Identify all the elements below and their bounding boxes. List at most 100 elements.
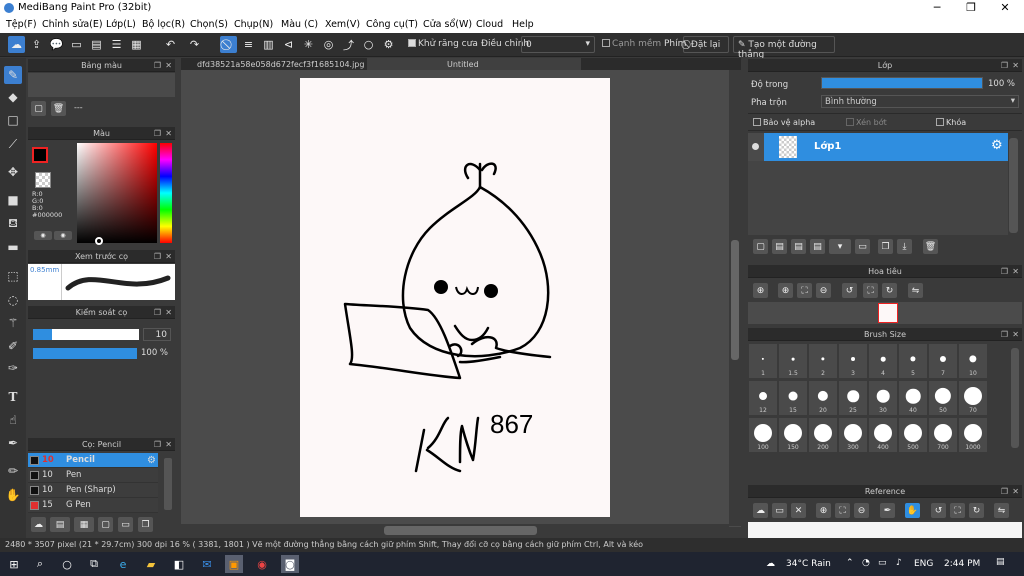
grid-snap-icon[interactable]: ▥ bbox=[260, 36, 277, 53]
brush-size-option[interactable]: 200 bbox=[809, 418, 837, 452]
brush-size-option[interactable]: 7 bbox=[929, 344, 957, 378]
open-folder-icon[interactable]: ▭ bbox=[772, 503, 787, 518]
navigator-preview[interactable] bbox=[748, 302, 1022, 324]
layer-row[interactable]: Lớp1 ⚙ bbox=[748, 133, 1008, 161]
cloud-icon[interactable]: ☁ bbox=[8, 36, 25, 53]
close-icon[interactable]: ✕ bbox=[1012, 328, 1019, 341]
brush-size-option[interactable]: 5 bbox=[899, 344, 927, 378]
menu-snap[interactable]: Chụp(N) bbox=[234, 19, 273, 30]
brush-size-option[interactable]: 100 bbox=[749, 418, 777, 452]
mail-icon[interactable]: ✉ bbox=[198, 555, 216, 573]
menu-layer[interactable]: Lớp(L) bbox=[106, 19, 136, 30]
battery-icon[interactable]: ▭ bbox=[878, 558, 887, 568]
undock-icon[interactable]: ❐ bbox=[154, 59, 161, 72]
parallel-snap-icon[interactable]: ≡ bbox=[240, 36, 257, 53]
brush-size-option[interactable]: 40 bbox=[899, 381, 927, 415]
text-tool-icon[interactable]: T bbox=[4, 388, 22, 406]
brush-size-option[interactable]: 700 bbox=[929, 418, 957, 452]
brush-size-option[interactable]: 50 bbox=[929, 381, 957, 415]
antialias-checkbox[interactable]: Khử răng cưa bbox=[408, 39, 478, 49]
hue-slider[interactable] bbox=[160, 143, 172, 243]
vanish-snap-icon[interactable]: ⊲ bbox=[280, 36, 297, 53]
layer-opacity-slider[interactable] bbox=[821, 77, 983, 89]
menu-file[interactable]: Tệp(F) bbox=[6, 19, 37, 30]
flip-icon[interactable]: ⇋ bbox=[908, 283, 923, 298]
brush-size-option[interactable]: 300 bbox=[839, 418, 867, 452]
new-layer-icon[interactable]: ▢ bbox=[753, 239, 768, 254]
brush-size-option[interactable]: 1 bbox=[749, 344, 777, 378]
undock-icon[interactable]: ❐ bbox=[154, 438, 161, 451]
menu-color[interactable]: Màu (C) bbox=[281, 19, 318, 30]
grid-icon[interactable]: ▦ bbox=[128, 36, 145, 53]
dropper-icon[interactable]: ✒ bbox=[880, 503, 895, 518]
merge-down-icon[interactable]: ⤓ bbox=[897, 239, 912, 254]
brush-size-option[interactable]: 1000 bbox=[959, 418, 987, 452]
bucket-tool-icon[interactable]: ⛾ bbox=[4, 215, 22, 233]
weather-text[interactable]: 34°C Rain bbox=[786, 559, 831, 569]
folder-icon[interactable]: ▭ bbox=[855, 239, 870, 254]
fit-window-icon[interactable]: ⛶ bbox=[950, 503, 965, 518]
cloud-icon[interactable]: ☁ bbox=[753, 503, 768, 518]
straight-line-button[interactable]: ✎ Tạo một đường thẳng bbox=[733, 36, 835, 60]
notification-icon[interactable]: ▤ bbox=[996, 557, 1005, 567]
add-brush-icon[interactable]: ▤ bbox=[50, 517, 70, 532]
adjust-select[interactable]: 0 ▾ bbox=[521, 36, 595, 53]
menu-filter[interactable]: Bộ lọc(R) bbox=[142, 19, 185, 30]
volume-icon[interactable]: ♪ bbox=[896, 558, 902, 568]
eye-icon[interactable] bbox=[752, 143, 759, 150]
close-icon[interactable]: ✕ bbox=[165, 59, 172, 72]
horizontal-scrollbar[interactable] bbox=[181, 524, 729, 537]
maximize-button[interactable]: ❐ bbox=[954, 0, 988, 17]
fill-rect-tool-icon[interactable]: ■ bbox=[4, 191, 22, 209]
windows-start-icon[interactable]: ⊞ bbox=[5, 555, 23, 573]
undock-icon[interactable]: ❐ bbox=[1001, 485, 1008, 498]
add-layer-menu-icon[interactable]: ▾ bbox=[829, 239, 851, 254]
vertical-scrollbar[interactable] bbox=[729, 70, 741, 526]
foreground-color[interactable] bbox=[32, 147, 48, 163]
brush-size-option[interactable]: 10 bbox=[959, 344, 987, 378]
brush-size-option[interactable]: 150 bbox=[779, 418, 807, 452]
language-indicator[interactable]: ENG bbox=[914, 559, 933, 569]
zoom-in-small-icon[interactable]: ⊕ bbox=[778, 283, 793, 298]
snap-off-icon[interactable]: ⃠ bbox=[220, 36, 237, 53]
rotate-left-icon[interactable]: ↺ bbox=[931, 503, 946, 518]
close-icon[interactable]: ✕ bbox=[165, 438, 172, 451]
brush-tool-icon[interactable]: ✎ bbox=[4, 66, 22, 84]
drawing-canvas[interactable]: 867 bbox=[300, 78, 610, 517]
delete-icon[interactable]: 🗑 bbox=[51, 101, 66, 116]
brush-size-option[interactable]: 70 bbox=[959, 381, 987, 415]
menu-view[interactable]: Xem(V) bbox=[325, 19, 360, 30]
menu-help[interactable]: Help bbox=[512, 19, 534, 30]
layer-scrollbar[interactable] bbox=[1009, 138, 1018, 233]
zoom-in-icon[interactable]: ⊕ bbox=[753, 283, 768, 298]
brush-size-value[interactable]: 10 bbox=[143, 328, 171, 341]
hand-tool-icon[interactable]: ✋ bbox=[4, 486, 22, 504]
dropper-tool-icon[interactable]: ✒ bbox=[4, 434, 22, 452]
lasso-tool-icon[interactable]: ◌ bbox=[4, 291, 22, 309]
close-icon[interactable]: ✕ bbox=[165, 250, 172, 263]
close-icon[interactable]: ✕ bbox=[165, 127, 172, 140]
brush-item[interactable]: 10 Pen (Sharp) bbox=[28, 483, 158, 498]
scrollbar[interactable] bbox=[164, 458, 172, 510]
smooth-checkbox[interactable]: Cạnh mềm bbox=[602, 39, 661, 49]
document-icon[interactable]: ▤ bbox=[88, 36, 105, 53]
brush-item[interactable]: 10 Pencil ⚙ bbox=[28, 453, 158, 468]
close-icon[interactable]: ✕ bbox=[165, 306, 172, 319]
move-tool-icon[interactable]: ✥ bbox=[4, 163, 22, 181]
menu-tools[interactable]: Công cụ(T) bbox=[366, 19, 418, 30]
transparent-color[interactable] bbox=[35, 172, 51, 188]
new-icon[interactable]: ▢ bbox=[31, 101, 46, 116]
undock-icon[interactable]: ❐ bbox=[1001, 328, 1008, 341]
brush-size-option[interactable]: 4 bbox=[869, 344, 897, 378]
undo-icon[interactable]: ↶ bbox=[162, 36, 179, 53]
select-pen-icon[interactable]: ✐ bbox=[4, 337, 22, 355]
new-1bit-layer-icon[interactable]: ▤ bbox=[810, 239, 825, 254]
zoom-in-icon[interactable]: ⊕ bbox=[816, 503, 831, 518]
radial-snap-icon[interactable]: ✳ bbox=[300, 36, 317, 53]
rotate-right-icon[interactable]: ↻ bbox=[882, 283, 897, 298]
operation-tool-icon[interactable]: ☝ bbox=[4, 411, 22, 429]
brush-size-option[interactable]: 15 bbox=[779, 381, 807, 415]
brush-item[interactable]: 10 Pen bbox=[28, 468, 158, 483]
color-mode-icon[interactable]: ◉ bbox=[34, 231, 52, 240]
brush-size-option[interactable]: 30 bbox=[869, 381, 897, 415]
